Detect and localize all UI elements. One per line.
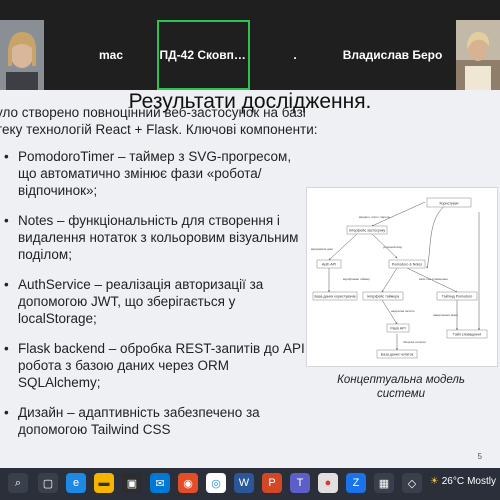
diagram-edge-label: вводить логін і пароль (359, 215, 390, 219)
teams-icon[interactable]: T (290, 473, 310, 493)
participant-tile-dot[interactable]: . (264, 20, 326, 90)
slide-page-number: 5 (477, 452, 482, 461)
participant-tile-active-speaker[interactable]: ПД-42 Сковпен... (157, 20, 250, 90)
participant-avatar-2[interactable] (456, 20, 500, 90)
task-view-icon[interactable]: ▢ (38, 473, 58, 493)
participant-name: ПД-42 Сковпен... (159, 48, 248, 62)
diagram-caption: Концептуальна модель системи (306, 373, 496, 401)
edge-browser-icon[interactable]: e (66, 473, 86, 493)
mail-icon[interactable]: ✉ (150, 473, 170, 493)
presentation-slide: Результати дослідження. уло створено пов… (0, 90, 500, 468)
bullet-item: Flask backend – обробка REST-запитів до … (0, 340, 310, 391)
search-icon[interactable]: ⌕ (8, 473, 28, 493)
diagram-node: База даних користувачів (314, 295, 355, 299)
chrome-icon[interactable]: ◉ (178, 473, 198, 493)
store-icon[interactable]: ▣ (122, 473, 142, 493)
diagram-edge-label: надсилає запити (391, 309, 415, 313)
diagram-node: Інтерфейс застосунку (349, 229, 386, 233)
diagram-node: Користувач (439, 202, 458, 206)
bullet-item: Notes – функціональність для створення і… (0, 212, 310, 263)
caption-line-2: системи (376, 388, 426, 400)
concept-diagram: Користувач Інтерфейс застосунку Auth API… (306, 187, 498, 367)
powerpoint-icon[interactable]: P (262, 473, 282, 493)
intro-line-2: теку технологій React + Flask. Ключові к… (0, 122, 318, 137)
diagram-edge-label: відправляє дані (311, 247, 333, 251)
taskbar: ⌕ ▢ e ▬ ▣ ✉ ◉ ◎ W P T ● Z ▦ ◇ ☀ 26°C Mos… (0, 468, 500, 500)
participant-name: mac (98, 48, 124, 62)
diagram-edge-label: запит на сповіщення (419, 277, 448, 281)
weather-condition: Mostly (467, 476, 496, 487)
diagram-node: Тайл сповіщення (453, 333, 481, 337)
participant-avatar-1[interactable] (0, 20, 44, 90)
weather-temperature: 26°C (441, 476, 465, 487)
diagram-node: База даних нотаток (381, 353, 414, 357)
diagram-edge-label: зберігає нотатки (403, 340, 426, 344)
zoom-icon[interactable]: Z (346, 473, 366, 493)
participant-tile-mac[interactable]: mac (80, 20, 142, 90)
participant-tile-vladyslav[interactable]: Владислав Беро (335, 20, 450, 90)
slide-intro: уло створено повноцінний веб-застосунок … (0, 104, 318, 138)
bullet-item: AuthService – реалізація авторизації за … (0, 276, 310, 327)
app-icon-2[interactable]: ◇ (402, 473, 422, 493)
intro-line-1: уло створено повноцінний веб-застосунок … (0, 105, 306, 120)
diagram-node: Тайлінд Pomodoro (442, 295, 473, 299)
participant-name: . (293, 48, 297, 62)
diagram-node: Інтерфейс таймера (367, 295, 399, 299)
diagram-node: Auth API (322, 263, 336, 267)
sun-icon: ☀ (429, 476, 439, 487)
diagram-edge-label: завершення фази (433, 313, 458, 317)
bullet-item: PomodoroTimer – таймер з SVG-прогресом, … (0, 148, 310, 199)
bullet-item: Дизайн – адаптивність забезпечено за доп… (0, 404, 310, 438)
diagram-node: Pomodoro & Notes (392, 263, 423, 267)
caption-line-1: Концептуальна модель (337, 374, 465, 386)
chrome-browser-icon[interactable]: ◎ (206, 473, 226, 493)
participant-strip: mac ПД-42 Сковпен... . Владислав Беро (0, 0, 500, 90)
chrome-app-icon[interactable]: ● (318, 473, 338, 493)
diagram-edge-label: успішний вхід (383, 245, 402, 249)
file-explorer-icon[interactable]: ▬ (94, 473, 114, 493)
weather-widget[interactable]: ☀ 26°C Mostly (430, 476, 496, 487)
diagram-node: Flask API (390, 327, 405, 331)
app-icon[interactable]: ▦ (374, 473, 394, 493)
bullet-list: PomodoroTimer – таймер з SVG-прогресом, … (0, 148, 310, 451)
participant-name: Владислав Беро (342, 48, 443, 62)
word-icon[interactable]: W (234, 473, 254, 493)
diagram-edge-label: відображає таймер (343, 277, 370, 281)
